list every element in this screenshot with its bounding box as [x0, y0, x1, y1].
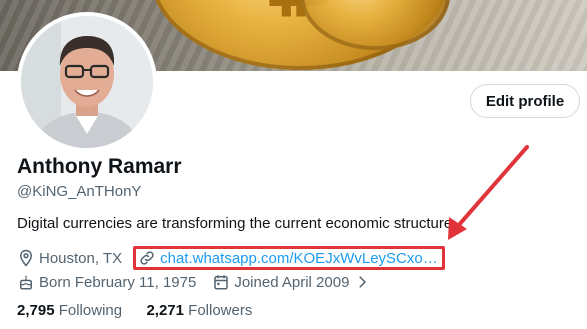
annotation-arrow: [448, 145, 529, 240]
following-label: Following: [58, 302, 123, 319]
followers-stat[interactable]: 2,271 Followers: [146, 302, 252, 319]
followers-label: Followers: [188, 302, 253, 319]
following-stat[interactable]: 2,795 Following: [17, 302, 122, 319]
following-count: 2,795: [17, 302, 55, 319]
followers-count: 2,271: [146, 302, 184, 319]
profile-stats: 2,795 Following 2,271 Followers: [17, 302, 252, 319]
